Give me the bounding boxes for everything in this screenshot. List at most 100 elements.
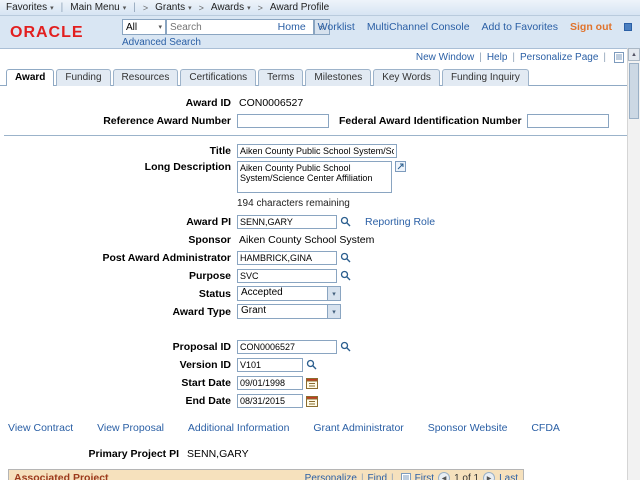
tab-milestones[interactable]: Milestones <box>305 69 372 86</box>
favorites-menu[interactable]: Favorites ▾ <box>6 2 54 13</box>
tab-terms[interactable]: Terms <box>258 69 304 86</box>
federal-award-id-input[interactable] <box>526 113 609 128</box>
additional-information-link[interactable]: Additional Information <box>188 422 290 434</box>
lookup-icon[interactable] <box>340 341 351 352</box>
view-proposal-link[interactable]: View Proposal <box>97 422 164 434</box>
start-date-input[interactable] <box>237 375 303 390</box>
search-scope-dropdown[interactable]: All ▾ <box>122 19 166 35</box>
start-date-label: Start Date <box>181 376 231 389</box>
multichannel-console-link[interactable]: MultiChannel Console <box>367 21 470 33</box>
separator: | <box>391 472 394 480</box>
breadcrumb-separator-icon: > <box>257 2 263 13</box>
scrollbar-thumb[interactable] <box>629 63 639 119</box>
sponsor-row: Sponsor Aiken County School System <box>8 232 640 247</box>
award-type-dropdown[interactable]: Grant ▾ <box>237 304 341 319</box>
grant-administrator-link[interactable]: Grant Administrator <box>313 422 403 434</box>
page-icon[interactable] <box>614 51 624 63</box>
add-to-favorites-link[interactable]: Add to Favorites <box>482 21 558 33</box>
version-id-row: Version ID <box>8 357 640 372</box>
proposal-id-label: Proposal ID <box>172 340 231 353</box>
expand-icon[interactable] <box>395 161 406 172</box>
purpose-row: Purpose <box>8 268 640 283</box>
tab-funding[interactable]: Funding <box>56 69 111 86</box>
previous-row-button[interactable]: ◀ <box>438 472 451 480</box>
award-id-label: Award ID <box>185 96 231 109</box>
calendar-icon[interactable] <box>306 377 318 389</box>
tab-key-words[interactable]: Key Words <box>373 69 440 86</box>
version-id-input[interactable] <box>237 357 303 372</box>
awards-label: Awards <box>210 2 245 13</box>
grid-find-link[interactable]: Find <box>368 473 387 480</box>
grid-first-link[interactable]: First <box>415 473 434 480</box>
sign-out-link[interactable]: Sign out <box>570 21 612 33</box>
award-id-row: Award ID CON0006527 <box>8 95 640 110</box>
sponsor-website-link[interactable]: Sponsor Website <box>428 422 508 434</box>
title-row: Title <box>8 143 640 158</box>
home-link[interactable]: Home <box>278 21 306 33</box>
long-description-textarea[interactable]: Aiken County Public School System/Scienc… <box>237 161 392 193</box>
chevron-down-icon: ▾ <box>327 287 340 300</box>
reference-award-number-label: Reference Award Number <box>103 114 231 127</box>
grid-last-link[interactable]: Last <box>499 473 518 480</box>
notification-icon[interactable] <box>624 23 632 31</box>
end-date-row: End Date <box>8 393 640 408</box>
help-link[interactable]: Help <box>487 52 508 63</box>
primary-project-pi-label: Primary Project PI <box>88 447 179 460</box>
personalize-page-link[interactable]: Personalize Page <box>520 52 598 63</box>
scrollbar[interactable]: ▲ <box>627 48 640 480</box>
cfda-link[interactable]: CFDA <box>531 422 560 434</box>
chevron-down-icon: ▾ <box>247 4 251 12</box>
federal-award-id-label: Federal Award Identification Number <box>339 114 522 127</box>
award-pi-label: Award PI <box>186 215 231 228</box>
proposal-id-row: Proposal ID <box>8 339 640 354</box>
download-icon[interactable] <box>400 472 411 480</box>
main-menu[interactable]: Main Menu ▾ <box>70 2 126 13</box>
end-date-input[interactable] <box>237 393 303 408</box>
view-contract-link[interactable]: View Contract <box>8 422 73 434</box>
post-award-admin-input[interactable] <box>237 250 337 265</box>
new-window-link[interactable]: New Window <box>416 52 474 63</box>
worklist-link[interactable]: Worklist <box>318 21 355 33</box>
lookup-icon[interactable] <box>340 216 351 227</box>
next-row-button[interactable]: ▶ <box>483 472 496 480</box>
chevron-down-icon: ▾ <box>188 4 192 12</box>
lookup-icon[interactable] <box>340 252 351 263</box>
search-scope-value: All <box>126 21 138 33</box>
main-menu-label: Main Menu <box>70 2 120 13</box>
tab-certifications[interactable]: Certifications <box>180 69 257 86</box>
status-dropdown[interactable]: Accepted ▾ <box>237 286 341 301</box>
purpose-label: Purpose <box>188 269 231 282</box>
reference-award-number-input[interactable] <box>237 113 329 128</box>
award-pi-input[interactable] <box>237 214 337 229</box>
advanced-search-link[interactable]: Advanced Search <box>122 37 201 48</box>
chars-remaining-row: 194 characters remaining <box>8 196 640 211</box>
proposal-id-input[interactable] <box>237 339 337 354</box>
award-id-value: CON0006527 <box>239 96 304 109</box>
primary-project-pi-value: SENN,GARY <box>187 447 249 460</box>
tab-award[interactable]: Award <box>6 69 55 86</box>
title-input[interactable] <box>237 143 397 158</box>
status-row: Status Accepted ▾ <box>8 286 640 301</box>
scroll-up-icon[interactable]: ▲ <box>628 48 640 61</box>
status-label: Status <box>198 287 231 300</box>
chars-remaining-text: 194 characters remaining <box>237 198 350 209</box>
award-type-row: Award Type Grant ▾ <box>8 304 640 319</box>
breadcrumb-separator-icon: > <box>198 2 204 13</box>
primary-project-pi-row: Primary Project PI SENN,GARY <box>8 446 640 461</box>
favorites-label: Favorites <box>6 2 48 13</box>
start-date-row: Start Date <box>8 375 640 390</box>
calendar-icon[interactable] <box>306 395 318 407</box>
reporting-role-link[interactable]: Reporting Role <box>365 216 435 228</box>
award-form: Award ID CON0006527 Reference Award Numb… <box>0 86 640 480</box>
grid-toolbar: Personalize | Find | First ◀ 1 of 1 ▶ La… <box>305 472 518 480</box>
grid-personalize-link[interactable]: Personalize <box>305 473 357 480</box>
breadcrumb-grants[interactable]: Grants ▾ <box>155 2 192 13</box>
tab-funding-inquiry[interactable]: Funding Inquiry <box>441 69 529 86</box>
purpose-input[interactable] <box>237 268 337 283</box>
breadcrumb-awards[interactable]: Awards ▾ <box>211 2 251 13</box>
lookup-icon[interactable] <box>306 359 317 370</box>
page-action-bar: New Window | Help | Personalize Page | <box>0 49 640 65</box>
lookup-icon[interactable] <box>340 270 351 281</box>
separator: | <box>512 51 515 63</box>
tab-resources[interactable]: Resources <box>112 69 179 86</box>
